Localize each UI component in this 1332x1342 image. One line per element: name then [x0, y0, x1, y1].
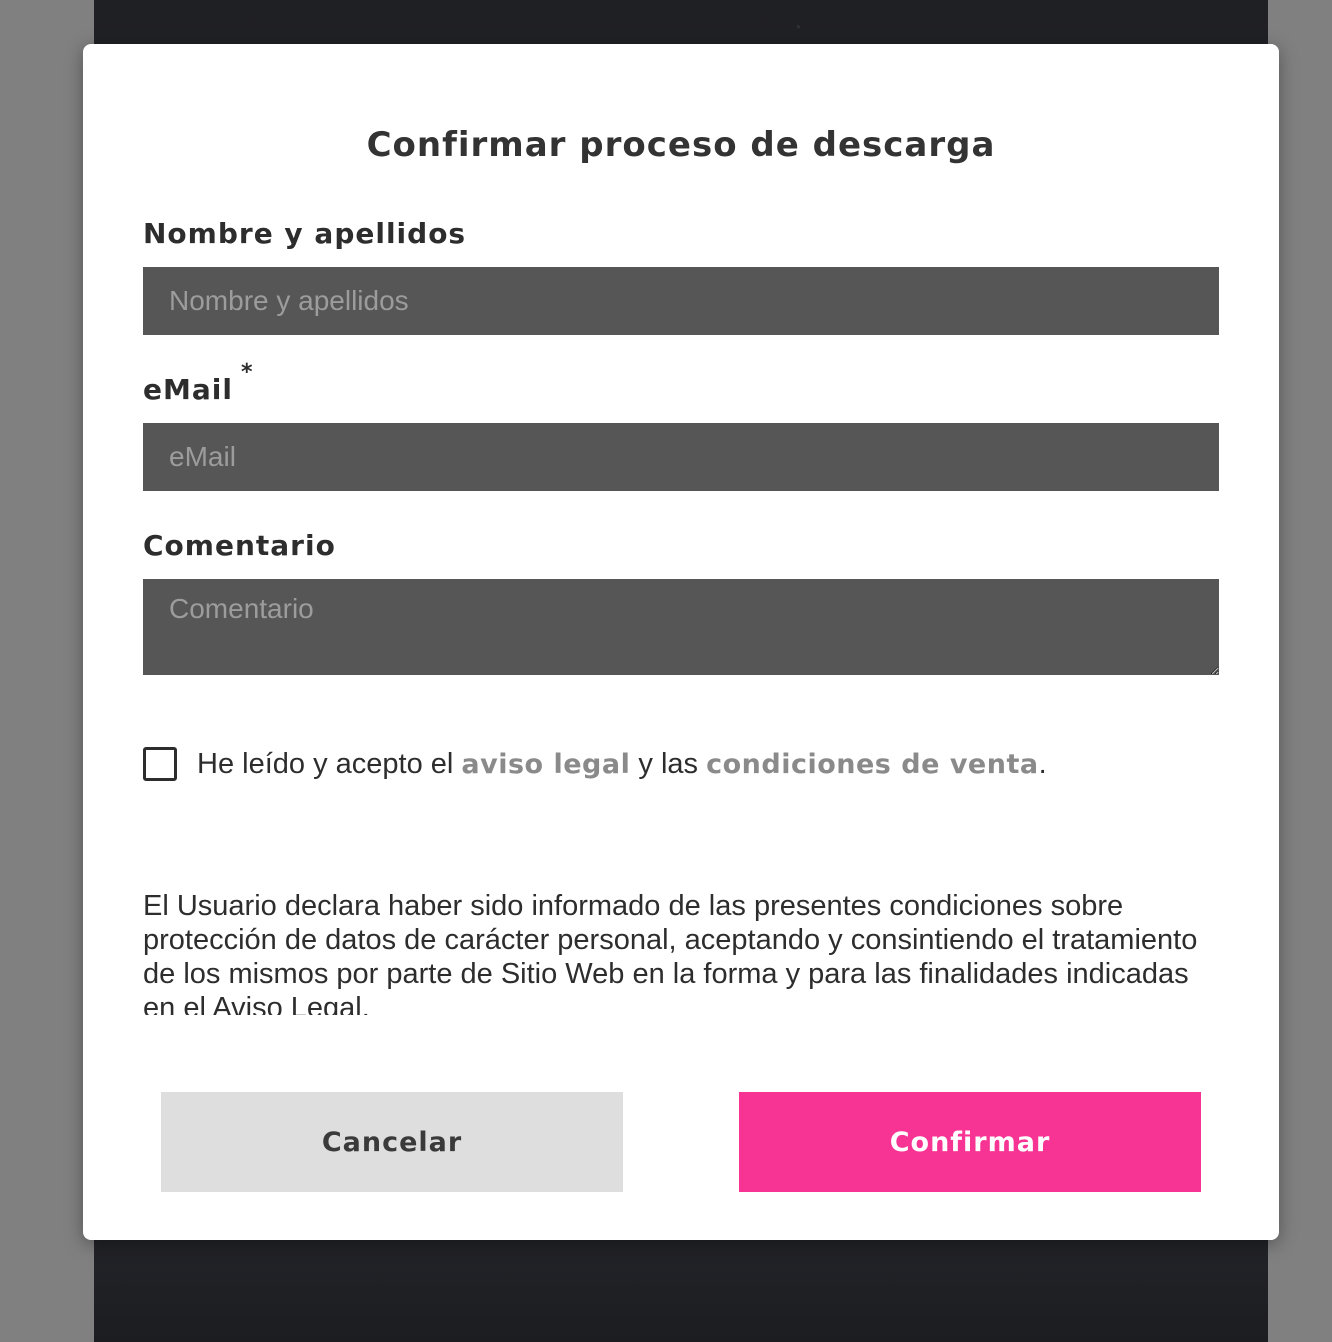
comment-field-label: Comentario: [143, 529, 336, 562]
required-asterisk: *: [240, 360, 254, 385]
sale-conditions-link[interactable]: condiciones de venta: [706, 749, 1038, 780]
privacy-disclaimer: El Usuario declara haber sido informado …: [143, 890, 1198, 1015]
consent-text: He leído y acepto el aviso legal y las c…: [197, 748, 1047, 781]
email-field-label-row: eMail *: [143, 362, 253, 406]
legal-notice-link[interactable]: aviso legal: [461, 749, 630, 780]
name-input[interactable]: [143, 267, 1219, 335]
consent-text-before: He leído y acepto el: [197, 747, 462, 780]
consent-row: He leído y acepto el aviso legal y las c…: [143, 744, 1047, 784]
download-confirm-dialog: Confirmar proceso de descarga Nombre y a…: [83, 44, 1279, 1240]
email-input[interactable]: [143, 423, 1219, 491]
comment-textarea[interactable]: [143, 579, 1219, 675]
consent-checkbox[interactable]: [143, 747, 177, 781]
dialog-title: Confirmar proceso de descarga: [366, 125, 996, 165]
consent-text-middle: y las: [630, 747, 707, 780]
consent-text-after: .: [1038, 747, 1047, 780]
email-field-label: eMail: [143, 373, 233, 406]
confirm-button[interactable]: Confirmar: [739, 1092, 1201, 1192]
name-field-label: Nombre y apellidos: [143, 217, 467, 250]
cancel-button[interactable]: Cancelar: [161, 1092, 623, 1192]
